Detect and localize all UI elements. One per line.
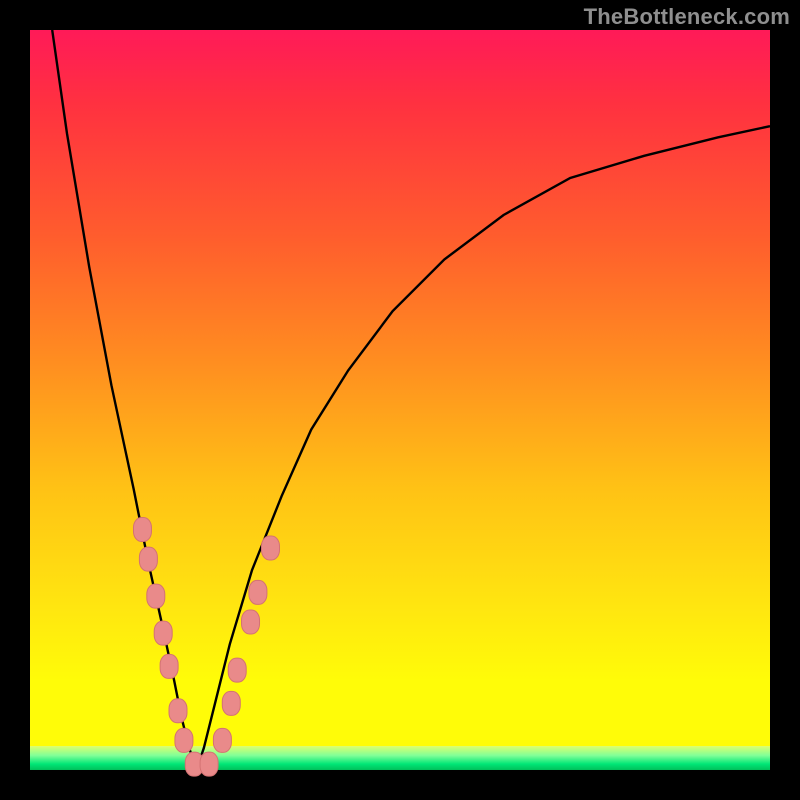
curve-marker: [175, 728, 193, 752]
curve-marker: [147, 584, 165, 608]
curve-marker: [222, 691, 240, 715]
curve-marker: [242, 610, 260, 634]
curve-marker: [200, 752, 218, 776]
chart-svg: [30, 30, 770, 770]
curve-marker: [160, 654, 178, 678]
plot-area: [30, 30, 770, 770]
watermark-text: TheBottleneck.com: [584, 4, 790, 30]
outer-frame: TheBottleneck.com: [0, 0, 800, 800]
bottleneck-curve: [52, 30, 770, 770]
curve-marker: [154, 621, 172, 645]
curve-marker: [139, 547, 157, 571]
curve-marker: [169, 699, 187, 723]
curve-marker: [249, 580, 267, 604]
curve-marker: [133, 518, 151, 542]
curve-marker: [213, 728, 231, 752]
curve-marker: [262, 536, 280, 560]
curve-marker: [228, 658, 246, 682]
